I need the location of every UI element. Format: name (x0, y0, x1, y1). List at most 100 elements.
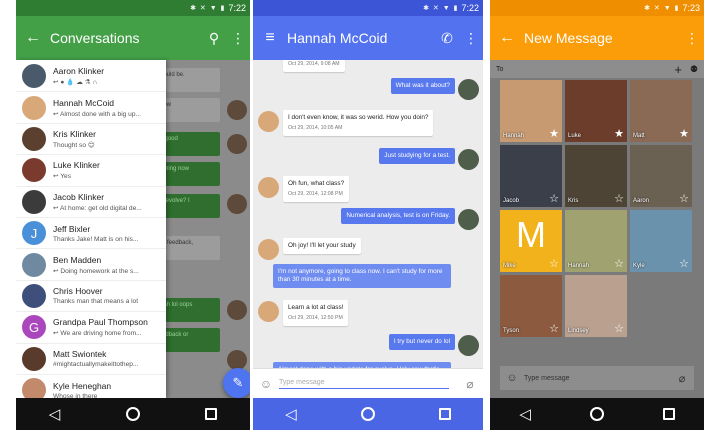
attach-icon[interactable]: ⌀ (670, 372, 694, 385)
contact-tile[interactable]: Kyle ☆ (630, 210, 692, 272)
message-text: I'm not anymore, going to class now. I c… (278, 268, 443, 283)
message-snippet: ↩ At home: get old digital de... (53, 204, 142, 212)
conversation-item[interactable]: Luke Klinker ↩ Yes (16, 154, 166, 185)
message-text: I don't even know, it was so werid. How … (288, 114, 429, 121)
contact-tile[interactable]: Kris ☆ (565, 145, 627, 207)
page-title: Conversations (50, 30, 140, 46)
contact-name: Hannah (568, 263, 590, 269)
contact-name: Matt Swiontek (53, 349, 107, 360)
message-snippet: #mightactuallymakeittothep... (53, 361, 139, 369)
conversation-item[interactable]: Matt Swiontek #mightactuallymakeittothep.… (16, 342, 166, 374)
contact-tile[interactable]: Matt ★ (630, 80, 692, 142)
nav-recents-icon[interactable] (662, 408, 675, 420)
conversation-item[interactable]: Chris Hoover Thanks man that means a lot (16, 279, 166, 311)
message-snippet: Thought so 😊 (53, 141, 95, 149)
nav-back-icon[interactable]: ◁ (519, 405, 531, 423)
background-avatar (227, 350, 247, 370)
star-icon[interactable]: ★ (549, 127, 559, 140)
conversation-item[interactable]: Kris Klinker Thought so 😊 (16, 122, 166, 154)
emoji-icon[interactable]: ☺ (500, 372, 524, 384)
star-icon[interactable]: ☆ (614, 257, 624, 270)
avatar (258, 301, 279, 322)
star-icon[interactable]: ☆ (614, 192, 624, 205)
nav-recents-icon[interactable] (438, 408, 451, 420)
conversation-item[interactable]: Ben Madden ↩ Doing homework at the s... (16, 248, 166, 279)
contact-tile[interactable]: Aaron ☆ (630, 145, 692, 207)
avatar (458, 149, 479, 170)
conversation-item[interactable]: Aaron Klinker ↩ ● 💧 ☁ ⚗ ∩ (16, 60, 166, 91)
nav-recents-icon[interactable] (205, 408, 218, 420)
received-message-bubble: I'm not anymore, going to class now. I c… (273, 264, 451, 288)
contact-tile[interactable]: Luke ★ (565, 80, 627, 142)
avatar (22, 283, 46, 308)
contact-name: Ben Madden (53, 254, 102, 265)
back-arrow-icon[interactable]: ← (490, 29, 524, 47)
phone-call-icon[interactable]: ✆ (435, 30, 459, 47)
sent-message-bubble: Just studying for a test. (379, 148, 455, 164)
star-icon[interactable]: ★ (679, 127, 689, 140)
star-icon[interactable]: ★ (614, 127, 624, 140)
message-text: Learn a lot at class! (288, 304, 344, 311)
avatar (258, 177, 279, 198)
contact-tile[interactable]: Lindsey ☆ (565, 275, 627, 337)
nav-home-icon[interactable] (125, 407, 140, 421)
conversation-item[interactable]: Kyle Heneghan Whose in there (16, 373, 166, 398)
nav-home-icon[interactable] (360, 407, 375, 421)
back-arrow-icon[interactable]: ← (16, 29, 50, 47)
message-input[interactable]: Type message (524, 375, 670, 382)
overflow-menu-icon[interactable]: ⋮ (226, 30, 250, 47)
contact-tile[interactable]: Hannah ★ (500, 80, 562, 142)
status-icons: ✱ ✕ ▼ ▮ (644, 5, 680, 12)
screenshot-stage: ✱ ✕ ▼ ▮ 7:22 ← Conversations ⚲ ⋮ should … (0, 0, 720, 430)
contact-tile[interactable]: Hannah ☆ (565, 210, 627, 272)
message-composer: ☺ Type message ⌀ (253, 368, 483, 398)
message-time: Oct 29, 2014, 9:08 AM (288, 61, 340, 67)
avatar (22, 158, 46, 183)
contact-tile[interactable]: Tyson ☆ (500, 275, 562, 337)
contact-name: Lindsey (568, 328, 589, 334)
star-icon[interactable]: ☆ (549, 257, 559, 270)
message-text: Numerical analysis, test is on Friday. (346, 212, 450, 219)
conversation-item[interactable]: J Jeff Bixler Thanks Jake! Matt is on his.… (16, 216, 166, 248)
received-message-bubble: Oh fun, what class? Oct 29, 2014, 12:08 P… (283, 176, 350, 202)
star-icon[interactable]: ☆ (679, 257, 689, 270)
star-icon[interactable]: ☆ (679, 192, 689, 205)
message-text: Oh fun, what class? (288, 180, 345, 187)
message-input[interactable]: Type message (279, 379, 449, 389)
message-snippet: ↩ ● 💧 ☁ ⚗ ∩ (53, 78, 98, 86)
contact-name: Aaron (633, 198, 650, 204)
conversation-item[interactable]: Jacob Klinker ↩ At home: get old digital … (16, 185, 166, 217)
contact-name: Kris Klinker (53, 128, 96, 139)
attach-icon[interactable]: ⌀ (457, 377, 483, 391)
search-icon[interactable]: ⚲ (202, 30, 226, 47)
status-icons: ✱ ✕ ▼ ▮ (190, 5, 226, 12)
nav-home-icon[interactable] (589, 407, 604, 421)
nav-back-icon[interactable]: ◁ (49, 405, 61, 423)
nav-back-icon[interactable]: ◁ (285, 405, 297, 423)
app-bar: ← Conversations ⚲ ⋮ (16, 16, 250, 60)
star-icon[interactable]: ☆ (549, 322, 559, 335)
contact-tile[interactable]: Jacob ☆ (500, 145, 562, 207)
to-field[interactable]: To (496, 66, 503, 73)
add-contact-icon[interactable]: + (674, 62, 682, 77)
sent-message-bubble: What was it about? (390, 78, 455, 94)
group-icon[interactable]: ⚉ (690, 64, 698, 75)
compose-fab-button[interactable]: ✎ (223, 368, 250, 398)
overflow-menu-icon[interactable]: ⋮ (459, 30, 483, 47)
page-title: New Message (524, 30, 613, 46)
emoji-icon[interactable]: ☺ (253, 377, 279, 391)
star-icon[interactable]: ☆ (614, 322, 624, 335)
avatar (22, 95, 46, 120)
conversation-item[interactable]: Hannah McCoid ↩ Almost done with a big up… (16, 91, 166, 122)
message-time: Oct 29, 2014, 12:50 PM (288, 315, 343, 321)
status-time: 7:22 (228, 3, 246, 13)
overflow-menu-icon[interactable]: ⋮ (680, 30, 704, 47)
star-icon[interactable]: ☆ (549, 192, 559, 205)
contact-tile[interactable]: M Mike ☆ (500, 210, 562, 272)
status-icons: ✱ ✕ ▼ ▮ (423, 5, 459, 12)
hamburger-menu-icon[interactable]: ≡ (253, 29, 287, 47)
conversation-item[interactable]: G Grandpa Paul Thompson ↩ We are driving h… (16, 311, 166, 342)
pencil-icon: ✎ (232, 375, 244, 390)
avatar (458, 335, 479, 356)
avatar: J (22, 221, 46, 246)
